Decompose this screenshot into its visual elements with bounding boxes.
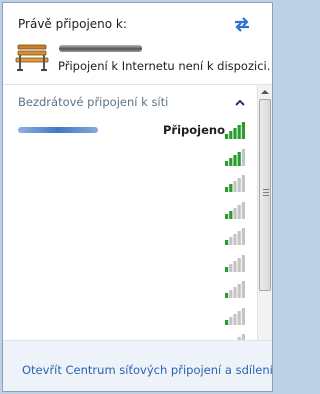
- signal-bar: [233, 181, 237, 192]
- signal-bar: [241, 281, 245, 298]
- signal-bar: [241, 122, 245, 139]
- signal-bar: [241, 307, 245, 325]
- signal-bar: [233, 234, 237, 245]
- signal-strength-icon: [225, 148, 245, 166]
- signal-strength-icon: [225, 201, 245, 219]
- network-center-link[interactable]: Otevřít Centrum síťových připojení a sdí…: [22, 363, 272, 377]
- wireless-section: Bezdrátové připojení k síti Připojeno: [3, 84, 272, 341]
- signal-strength-icon: [225, 307, 245, 325]
- signal-bar: [225, 160, 229, 166]
- signal-bar: [233, 207, 237, 219]
- signal-bar: [237, 178, 241, 192]
- signal-bar: [241, 201, 245, 219]
- signal-strength-icon: [225, 122, 245, 139]
- network-row[interactable]: [3, 254, 257, 282]
- signal-bar: [241, 148, 245, 166]
- signal-strength-icon: [225, 228, 245, 245]
- grip-icon: [263, 189, 269, 196]
- park-bench-icon: [15, 44, 49, 71]
- signal-bar: [229, 210, 233, 219]
- scrollbar[interactable]: [257, 85, 272, 341]
- signal-bar: [237, 257, 241, 272]
- signal-bar: [237, 284, 241, 298]
- signal-bar: [229, 290, 233, 298]
- signal-bar: [241, 175, 245, 192]
- network-name-redacted: [59, 45, 142, 52]
- signal-bar: [241, 254, 245, 272]
- signal-bar: [233, 260, 237, 272]
- current-connection: Právě připojeno k: Připojení k Internetu…: [3, 3, 272, 84]
- signal-bar: [229, 131, 233, 139]
- scroll-up-arrow-icon[interactable]: [258, 85, 272, 99]
- signal-bar: [225, 240, 229, 245]
- signal-bar: [225, 319, 229, 325]
- network-row[interactable]: [3, 307, 257, 335]
- signal-bar: [225, 266, 229, 272]
- connected-label: Právě připojeno k:: [18, 17, 127, 31]
- signal-bar: [225, 293, 229, 298]
- network-row[interactable]: [3, 201, 257, 229]
- scroll-thumb[interactable]: [259, 99, 271, 291]
- signal-bar: [229, 263, 233, 272]
- signal-bar: [229, 184, 233, 192]
- signal-bar: [229, 157, 233, 166]
- signal-bar: [237, 310, 241, 325]
- signal-bar: [241, 228, 245, 245]
- signal-bar: [237, 151, 241, 166]
- signal-strength-icon: [225, 254, 245, 272]
- signal-bar: [233, 313, 237, 325]
- signal-strength-icon: [225, 175, 245, 192]
- connection-status: Připojení k Internetu není k dispozici.: [58, 59, 271, 73]
- network-row[interactable]: [3, 148, 257, 176]
- network-row[interactable]: [3, 175, 257, 202]
- signal-bar: [233, 128, 237, 139]
- signal-bar: [237, 231, 241, 245]
- refresh-arrows-icon[interactable]: [232, 14, 252, 34]
- signal-bar: [225, 187, 229, 192]
- network-ssid-redacted: [18, 127, 98, 133]
- signal-strength-icon: [225, 281, 245, 298]
- network-row[interactable]: Připojeno: [3, 122, 257, 149]
- network-flyout: Právě připojeno k: Připojení k Internetu…: [2, 2, 273, 392]
- footer: Otevřít Centrum síťových připojení a sdí…: [3, 340, 272, 391]
- signal-bar: [233, 154, 237, 166]
- signal-bar: [225, 213, 229, 219]
- signal-bar: [237, 125, 241, 139]
- signal-bar: [229, 237, 233, 245]
- section-title: Bezdrátové připojení k síti: [18, 95, 169, 109]
- chevron-up-icon[interactable]: [235, 99, 245, 107]
- network-state: Připojeno: [163, 123, 226, 137]
- network-row[interactable]: [3, 281, 257, 308]
- network-row[interactable]: [3, 228, 257, 255]
- signal-bar: [225, 134, 229, 139]
- signal-bar: [233, 287, 237, 298]
- signal-bar: [237, 204, 241, 219]
- signal-bar: [229, 316, 233, 325]
